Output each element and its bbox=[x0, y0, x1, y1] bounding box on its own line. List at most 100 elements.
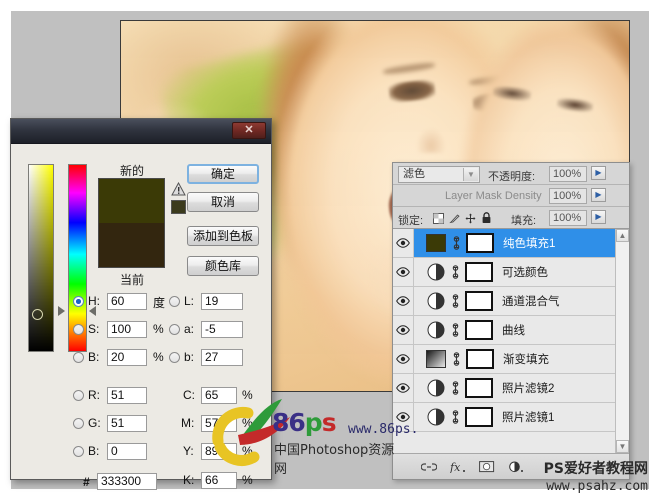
layer-visibility-eye-icon[interactable] bbox=[393, 374, 414, 402]
layer-thumbnail-solid-fill[interactable] bbox=[426, 234, 446, 252]
radio-r[interactable] bbox=[73, 390, 84, 401]
layer-mask-thumbnail[interactable] bbox=[465, 291, 493, 311]
unit-c: % bbox=[242, 388, 253, 402]
layer-row[interactable]: 渐变填充 bbox=[393, 345, 615, 374]
gamut-warning-swatch[interactable] bbox=[171, 200, 186, 214]
layer-name: 渐变填充 bbox=[503, 354, 549, 366]
radio-lab-b[interactable] bbox=[169, 352, 180, 363]
lock-transparent-pixels-icon[interactable] bbox=[433, 211, 444, 229]
lock-all-icon[interactable] bbox=[481, 211, 492, 229]
layer-row[interactable]: 可选颜色 bbox=[393, 258, 615, 287]
new-adjustment-layer-icon[interactable] bbox=[508, 461, 524, 473]
layer-thumbnail-adjustment[interactable] bbox=[427, 292, 445, 310]
layer-mask-thumbnail[interactable] bbox=[466, 349, 494, 369]
color-swatch-preview[interactable] bbox=[98, 178, 165, 268]
layer-visibility-eye-icon[interactable] bbox=[393, 345, 414, 373]
layer-list[interactable]: 纯色填充1 可选颜色 通道混合气 曲线渐变填充照片滤镜2 照片滤镜1 bbox=[393, 229, 615, 453]
layer-mask-thumbnail[interactable] bbox=[465, 378, 493, 398]
blend-mode-select[interactable]: 滤色 ▼ bbox=[398, 166, 480, 183]
mask-density-label: Layer Mask Density bbox=[445, 190, 542, 202]
unit-s: % bbox=[153, 322, 164, 336]
layer-mask-link-icon[interactable] bbox=[451, 235, 462, 251]
new-color-swatch[interactable] bbox=[99, 179, 164, 223]
input-lab-b[interactable]: 27 bbox=[201, 349, 243, 366]
layer-mask-link-icon[interactable] bbox=[450, 409, 461, 425]
layer-thumbnail-adjustment[interactable] bbox=[427, 379, 445, 397]
layers-scrollbar[interactable]: ▲ ▼ bbox=[615, 229, 629, 453]
label-g: G: bbox=[88, 416, 101, 430]
input-k[interactable]: 66 bbox=[201, 472, 237, 489]
current-color-swatch[interactable] bbox=[99, 223, 164, 267]
label-r: R: bbox=[88, 388, 100, 402]
ok-button[interactable]: 确定 bbox=[187, 164, 259, 184]
input-g[interactable]: 51 bbox=[107, 415, 147, 432]
color-libraries-button[interactable]: 颜色库 bbox=[187, 256, 259, 276]
input-r[interactable]: 51 bbox=[107, 387, 147, 404]
input-m[interactable]: 57 bbox=[201, 415, 237, 432]
input-hex[interactable]: 333300 bbox=[97, 473, 157, 490]
input-b-brightness[interactable]: 20 bbox=[107, 349, 147, 366]
layer-row[interactable]: 曲线 bbox=[393, 316, 615, 345]
add-layer-mask-icon[interactable] bbox=[479, 460, 495, 473]
opacity-stepper-icon[interactable]: ▶ bbox=[591, 166, 606, 180]
layer-visibility-eye-icon[interactable] bbox=[393, 258, 414, 286]
lock-image-pixels-icon[interactable] bbox=[449, 211, 460, 229]
radio-a[interactable] bbox=[169, 324, 180, 335]
opacity-value[interactable]: 100% bbox=[549, 166, 587, 182]
layer-visibility-eye-icon[interactable] bbox=[393, 287, 414, 315]
lock-label: 锁定: bbox=[398, 215, 424, 227]
scroll-up-icon[interactable]: ▲ bbox=[616, 229, 629, 242]
color-field-marker[interactable] bbox=[32, 309, 43, 320]
layer-mask-thumbnail[interactable] bbox=[465, 320, 493, 340]
layer-mask-link-icon[interactable] bbox=[450, 264, 461, 280]
layer-thumbnail-gradient-fill[interactable] bbox=[426, 350, 446, 368]
layer-thumbnail-adjustment[interactable] bbox=[427, 263, 445, 281]
radio-g[interactable] bbox=[73, 418, 84, 429]
mask-density-stepper-icon[interactable]: ▶ bbox=[591, 188, 606, 202]
layer-mask-link-icon[interactable] bbox=[451, 351, 462, 367]
dialog-title-bar[interactable]: ✕ bbox=[11, 119, 271, 144]
layer-mask-link-icon[interactable] bbox=[450, 293, 461, 309]
layer-mask-thumbnail[interactable] bbox=[465, 262, 493, 282]
gamut-warning-icon[interactable] bbox=[171, 182, 186, 196]
layer-thumbnail-adjustment[interactable] bbox=[427, 321, 445, 339]
chevron-down-icon[interactable]: ▼ bbox=[463, 168, 478, 181]
layer-row[interactable]: 照片滤镜2 bbox=[393, 374, 615, 403]
input-b-blue[interactable]: 0 bbox=[107, 443, 147, 460]
layer-thumbnail-adjustment[interactable] bbox=[427, 408, 445, 426]
input-s[interactable]: 100 bbox=[107, 321, 147, 338]
input-y[interactable]: 89 bbox=[201, 443, 237, 460]
radio-s[interactable] bbox=[73, 324, 84, 335]
close-icon[interactable]: ✕ bbox=[232, 122, 266, 139]
layer-mask-thumbnail[interactable] bbox=[466, 233, 494, 253]
scroll-down-icon[interactable]: ▼ bbox=[616, 440, 629, 453]
lock-position-icon[interactable] bbox=[465, 211, 476, 229]
mask-density-value[interactable]: 100% bbox=[549, 188, 587, 204]
fill-value[interactable]: 100% bbox=[549, 210, 587, 226]
layer-row[interactable]: 照片滤镜1 bbox=[393, 403, 615, 432]
layer-mask-thumbnail[interactable] bbox=[465, 407, 493, 427]
link-layers-icon[interactable] bbox=[421, 462, 437, 472]
input-c[interactable]: 65 bbox=[201, 387, 237, 404]
fill-stepper-icon[interactable]: ▶ bbox=[591, 210, 606, 224]
input-a[interactable]: -5 bbox=[201, 321, 243, 338]
input-h[interactable]: 60 bbox=[107, 293, 147, 310]
input-l[interactable]: 19 bbox=[201, 293, 243, 310]
layer-row[interactable]: 纯色填充1 bbox=[393, 229, 615, 258]
layer-mask-link-icon[interactable] bbox=[450, 322, 461, 338]
radio-b-blue[interactable] bbox=[73, 446, 84, 457]
layer-style-fx-icon[interactable]: fx bbox=[450, 461, 466, 473]
cancel-button[interactable]: 取消 bbox=[187, 192, 259, 212]
add-to-swatches-button[interactable]: 添加到色板 bbox=[187, 226, 259, 246]
radio-l[interactable] bbox=[169, 296, 180, 307]
layer-row[interactable]: 通道混合气 bbox=[393, 287, 615, 316]
layer-visibility-eye-icon[interactable] bbox=[393, 316, 414, 344]
color-field[interactable] bbox=[28, 164, 54, 352]
layer-visibility-eye-icon[interactable] bbox=[393, 403, 414, 431]
label-b-blue: B: bbox=[88, 444, 100, 458]
layer-mask-link-icon[interactable] bbox=[450, 380, 461, 396]
radio-b-brightness[interactable] bbox=[73, 352, 84, 363]
label-y: Y: bbox=[183, 444, 194, 458]
radio-h[interactable] bbox=[73, 296, 84, 307]
layer-visibility-eye-icon[interactable] bbox=[393, 229, 414, 257]
